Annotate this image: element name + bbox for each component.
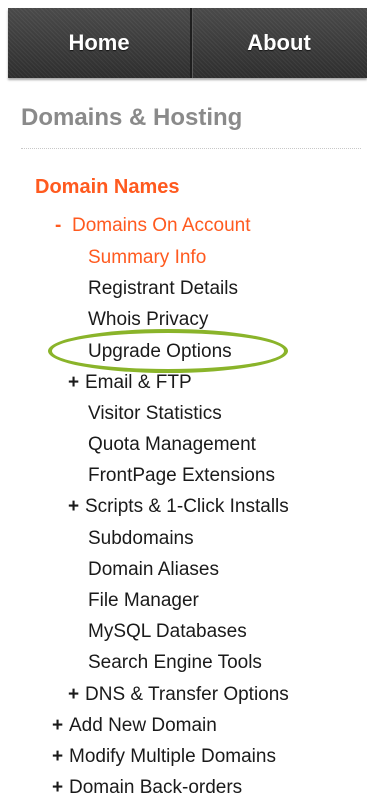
page: Home About Domains & Hosting Domain Name… (0, 0, 367, 796)
tree-item-upgrade-options[interactable]: Upgrade Options (88, 340, 232, 364)
expand-icon[interactable]: + (52, 745, 69, 769)
tree-item-add-new-domain[interactable]: + Add New Domain (52, 714, 217, 738)
tree-item-label: Email & FTP (85, 372, 192, 393)
nav-tab-about[interactable]: About (192, 8, 365, 78)
section-divider (21, 148, 361, 149)
top-nav-bar: Home About (8, 8, 367, 78)
tree-item-label: Scripts & 1-Click Installs (85, 496, 289, 517)
tree-item-subdomains[interactable]: Subdomains (88, 527, 194, 551)
expand-icon[interactable]: + (52, 776, 69, 796)
tree-item-label: Add New Domain (69, 715, 217, 736)
tree-item-scripts-installs[interactable]: + Scripts & 1-Click Installs (68, 495, 289, 519)
tree-item-dns-transfer-options[interactable]: + DNS & Transfer Options (68, 683, 289, 707)
tree-item-registrant-details[interactable]: Registrant Details (88, 277, 238, 301)
section-title: Domains & Hosting (21, 104, 243, 131)
tree-item-frontpage-extensions[interactable]: FrontPage Extensions (88, 464, 275, 488)
collapse-icon[interactable]: - (55, 214, 72, 238)
tree-item-domains-on-account[interactable]: - Domains On Account (55, 214, 250, 238)
nav-tab-home[interactable]: Home (8, 8, 192, 78)
tree-item-label: Domain Back-orders (69, 777, 243, 796)
tree-item-whois-privacy[interactable]: Whois Privacy (88, 308, 208, 332)
tree-item-domain-aliases[interactable]: Domain Aliases (88, 558, 219, 582)
tree-item-summary-info[interactable]: Summary Info (88, 246, 206, 270)
tree-item-label: Modify Multiple Domains (69, 746, 276, 767)
expand-icon[interactable]: + (52, 714, 69, 738)
tree-item-quota-management[interactable]: Quota Management (88, 433, 256, 457)
tree-item-domain-back-orders[interactable]: + Domain Back-orders (52, 776, 242, 796)
tree-item-label: Domains On Account (72, 215, 251, 236)
tree-item-mysql-databases[interactable]: MySQL Databases (88, 620, 247, 644)
tree-item-label: DNS & Transfer Options (85, 684, 289, 705)
tree-item-email-ftp[interactable]: + Email & FTP (68, 371, 192, 395)
expand-icon[interactable]: + (68, 683, 85, 707)
tree-item-file-manager[interactable]: File Manager (88, 589, 199, 613)
tree-item-visitor-statistics[interactable]: Visitor Statistics (88, 402, 222, 426)
tree-item-modify-multiple-domains[interactable]: + Modify Multiple Domains (52, 745, 276, 769)
tree-item-domain-names[interactable]: Domain Names (35, 175, 180, 199)
tree-item-search-engine-tools[interactable]: Search Engine Tools (88, 651, 262, 675)
expand-icon[interactable]: + (68, 371, 85, 395)
expand-icon[interactable]: + (68, 495, 85, 519)
